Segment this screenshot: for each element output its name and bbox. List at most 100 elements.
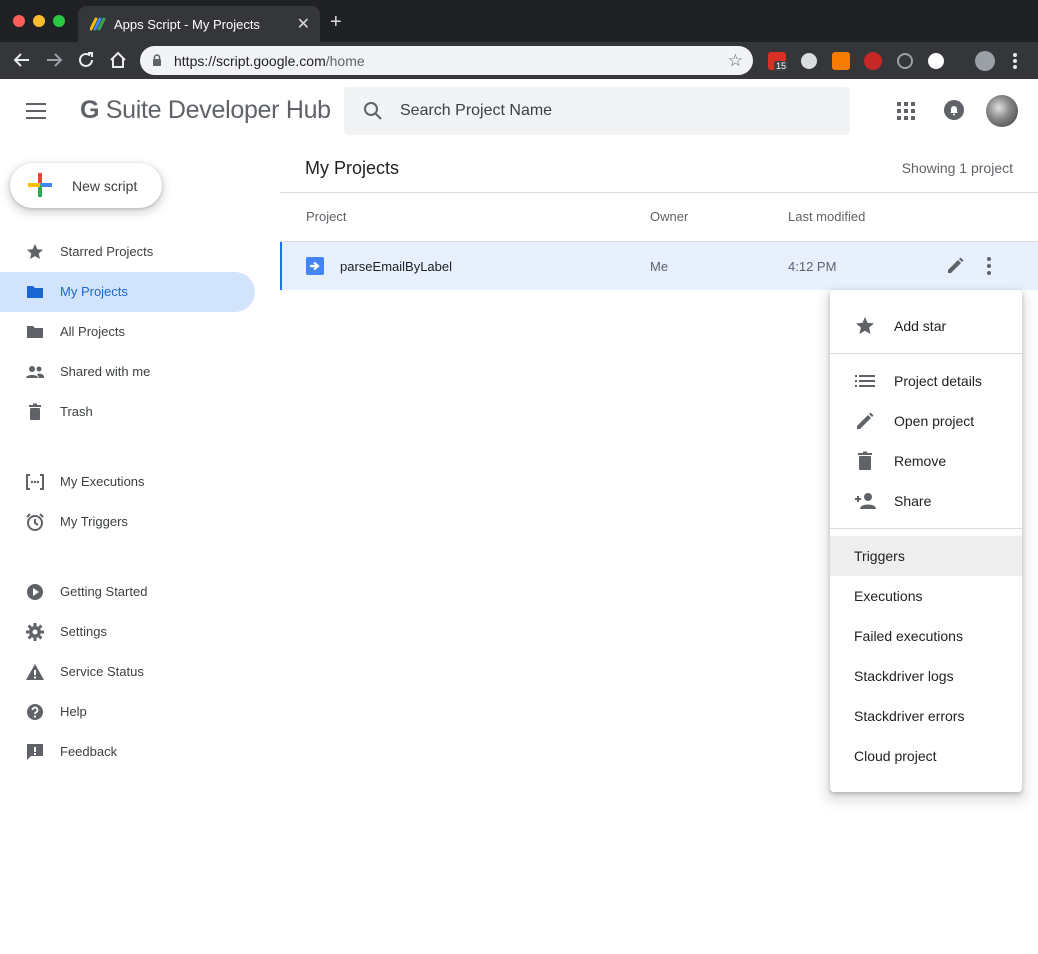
- sidebar-item-label: My Projects: [60, 284, 128, 299]
- menu-item-label: Open project: [894, 413, 975, 429]
- d3-extension-icon[interactable]: [832, 52, 850, 70]
- address-bar[interactable]: https://script.google.com/home ☆: [140, 46, 753, 75]
- browser-menu-icon[interactable]: [1013, 53, 1017, 69]
- extension-circle-icon[interactable]: [801, 53, 817, 69]
- sidebar-item-trash[interactable]: Trash: [0, 392, 255, 432]
- profile-avatar-icon[interactable]: [975, 51, 995, 71]
- sidebar-item-getting-started[interactable]: Getting Started: [0, 572, 255, 612]
- sidebar-item-feedback[interactable]: Feedback: [0, 732, 255, 772]
- minimize-window-button[interactable]: [33, 15, 45, 27]
- column-header-last-modified[interactable]: Last modified: [788, 209, 865, 224]
- brand-logo[interactable]: G Suite Developer Hub: [80, 96, 331, 125]
- star-icon: [856, 317, 874, 334]
- sidebar-item-label: Getting Started: [60, 584, 148, 599]
- menu-item-executions[interactable]: Executions: [830, 576, 1022, 616]
- menu-item-stackdriver-errors[interactable]: Stackdriver errors: [830, 696, 1022, 736]
- pencil-icon[interactable]: [945, 256, 965, 276]
- browser-tab[interactable]: Apps Script - My Projects ✕: [78, 6, 320, 42]
- extension-badge: 15: [774, 61, 789, 71]
- sidebar-item-my-triggers[interactable]: My Triggers: [0, 502, 255, 542]
- back-arrow-icon[interactable]: [11, 49, 33, 71]
- lock-icon: [153, 54, 161, 66]
- sidebar-item-label: All Projects: [60, 324, 126, 339]
- sidebar-item-shared-with-me[interactable]: Shared with me: [0, 352, 255, 392]
- menu-item-label: Project details: [894, 373, 982, 389]
- menu-item-remove[interactable]: Remove: [830, 441, 1022, 481]
- menu-item-label: Triggers: [854, 548, 905, 564]
- sidebar-item-help[interactable]: Help: [0, 692, 255, 732]
- menu-item-share[interactable]: Share: [830, 481, 1022, 521]
- project-name[interactable]: parseEmailByLabel: [340, 259, 452, 274]
- menu-item-failed-executions[interactable]: Failed executions: [830, 616, 1022, 656]
- person-add-icon: [855, 493, 876, 509]
- url-text: https://script.google.com/home: [174, 53, 365, 69]
- main-menu-icon[interactable]: [26, 103, 46, 119]
- refresh-extension-icon[interactable]: [897, 53, 913, 69]
- new-script-button[interactable]: New script: [10, 163, 162, 208]
- project-owner: Me: [650, 259, 669, 274]
- calendar-extension-icon[interactable]: 15: [768, 52, 789, 71]
- apps-grid-icon[interactable]: [897, 102, 915, 120]
- new-script-label: New script: [72, 178, 138, 194]
- tab-title: Apps Script - My Projects: [114, 17, 260, 32]
- menu-item-label: Stackdriver logs: [854, 668, 954, 684]
- menu-divider: [830, 528, 1022, 529]
- sidebar-item-label: Help: [60, 704, 87, 719]
- app-header: G Suite Developer Hub: [0, 79, 1038, 143]
- browser-titlebar: Apps Script - My Projects ✕ +: [0, 0, 1038, 42]
- people-icon: [26, 366, 44, 378]
- more-vert-icon[interactable]: [985, 256, 993, 276]
- maximize-window-button[interactable]: [53, 15, 65, 27]
- sidebar-item-label: Starred Projects: [60, 244, 154, 259]
- sidebar-item-service-status[interactable]: Service Status: [0, 652, 255, 692]
- avatar[interactable]: [986, 95, 1018, 127]
- trash-icon: [29, 403, 41, 420]
- menu-item-stackdriver-logs[interactable]: Stackdriver logs: [830, 656, 1022, 696]
- menu-item-triggers[interactable]: Triggers: [830, 536, 1022, 576]
- gear-icon: [26, 623, 44, 641]
- star-icon: [27, 244, 43, 259]
- brand-text: Suite Developer Hub: [99, 96, 331, 124]
- executions-icon: [26, 474, 44, 490]
- project-count: Showing 1 project: [901, 160, 1013, 176]
- new-tab-button[interactable]: +: [330, 12, 342, 32]
- reload-icon[interactable]: [75, 49, 97, 71]
- search-input[interactable]: [400, 87, 840, 135]
- trash-icon: [858, 451, 872, 470]
- search-icon[interactable]: [362, 100, 384, 122]
- menu-item-add-star[interactable]: Add star: [830, 306, 1022, 346]
- folder-icon: [27, 326, 43, 338]
- sidebar-item-starred-projects[interactable]: Starred Projects: [0, 232, 255, 272]
- sidebar-item-label: My Triggers: [60, 514, 128, 529]
- project-context-menu: Add star Project details Open project Re…: [830, 290, 1022, 792]
- santa-extension-icon[interactable]: [864, 52, 882, 70]
- column-header-owner[interactable]: Owner: [650, 209, 688, 224]
- sidebar-item-label: Feedback: [60, 744, 118, 759]
- sidebar-item-label: Shared with me: [60, 364, 151, 379]
- menu-item-open-project[interactable]: Open project: [830, 401, 1022, 441]
- project-last-modified: 4:12 PM: [788, 259, 837, 274]
- pencil-icon: [857, 412, 874, 429]
- forward-arrow-icon[interactable]: [43, 49, 65, 71]
- sidebar-item-all-projects[interactable]: All Projects: [0, 312, 255, 352]
- column-header-project[interactable]: Project: [306, 209, 346, 224]
- sidebar-item-settings[interactable]: Settings: [0, 612, 255, 652]
- sidebar-item-label: Settings: [60, 624, 107, 639]
- close-window-button[interactable]: [13, 15, 25, 27]
- menu-item-project-details[interactable]: Project details: [830, 361, 1022, 401]
- menu-divider: [830, 353, 1022, 354]
- tab-close-icon[interactable]: ✕: [297, 14, 310, 34]
- search-bar: [344, 87, 850, 135]
- sidebar-item-my-executions[interactable]: My Executions: [0, 462, 255, 502]
- notifications-bell-icon[interactable]: [944, 100, 964, 120]
- home-icon[interactable]: [107, 49, 129, 71]
- code-extension-icon[interactable]: [928, 53, 944, 69]
- menu-item-label: Remove: [894, 453, 947, 469]
- sidebar-item-label: Service Status: [60, 664, 144, 679]
- menu-item-cloud-project[interactable]: Cloud project: [830, 736, 1022, 776]
- sidebar-item-label: My Executions: [60, 474, 145, 489]
- sidebar-item-my-projects[interactable]: My Projects: [0, 272, 255, 312]
- table-row[interactable]: parseEmailByLabel Me 4:12 PM: [280, 242, 1038, 290]
- bookmark-star-icon[interactable]: ☆: [728, 51, 743, 71]
- apps-script-favicon-icon: [90, 17, 106, 31]
